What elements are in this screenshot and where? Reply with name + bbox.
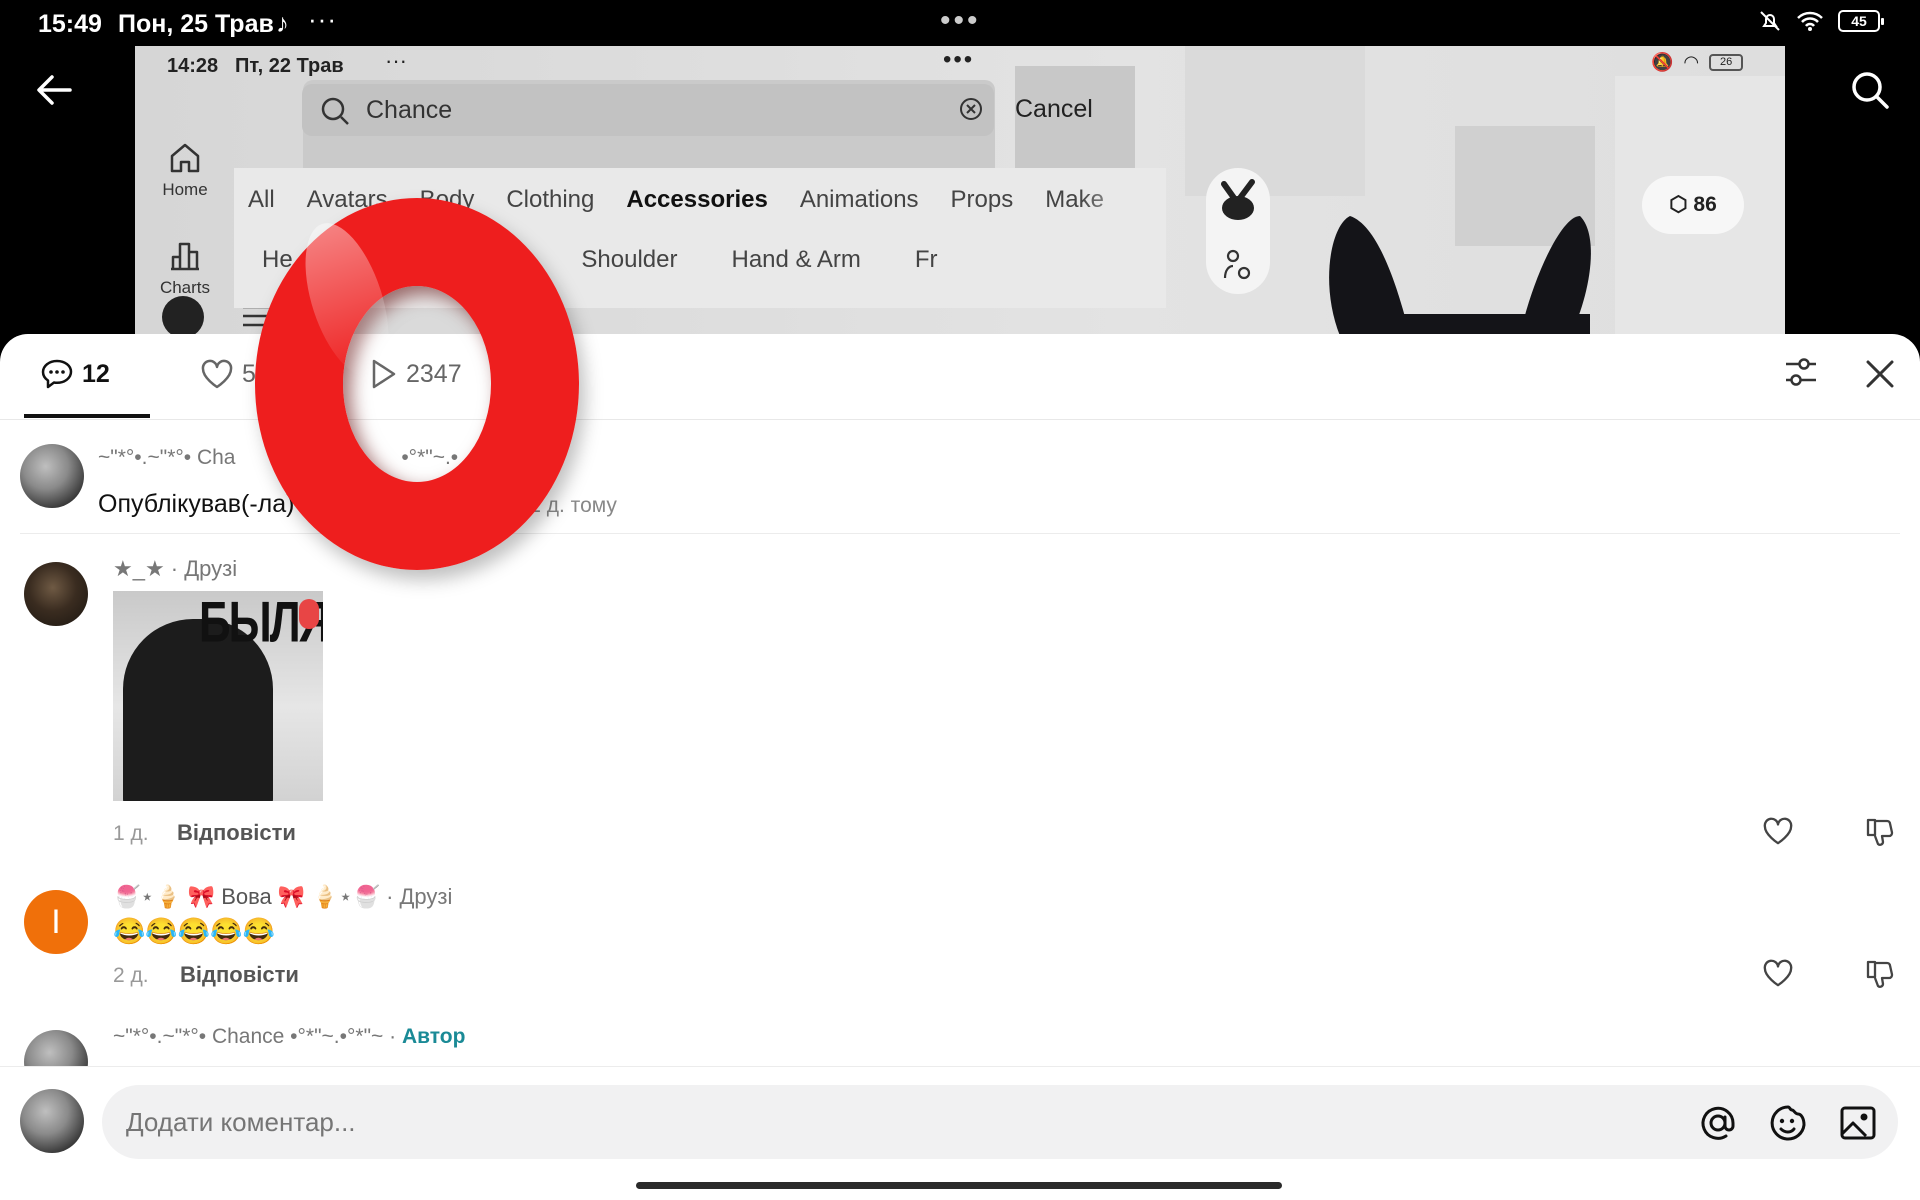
video-status-time: 14:28 (167, 55, 219, 77)
wifi-icon (1797, 11, 1823, 31)
comment-author[interactable]: 🍧⋆🍦 🎀 Вова 🎀 🍦⋆🍧 · Друзі (113, 884, 452, 910)
comment-author-name: ~"*°•.~"*°• Chance •°*"~.•°*"~ · (113, 1025, 397, 1048)
comment-emojis: 😂😂😂😂😂 (113, 916, 275, 946)
clear-circle-icon (960, 98, 982, 120)
emoji-sticker-icon[interactable] (1768, 1103, 1808, 1143)
video-status-date: Пт, 22 Трав (235, 55, 344, 77)
battery-indicator: 45 (1838, 10, 1884, 32)
video-robux-balance: ⬡ 86 (1642, 176, 1744, 234)
like-heart-icon[interactable] (1762, 816, 1794, 846)
status-bar: 15:49 Пон, 25 Трав ♪ ··· ••• 45 (0, 0, 1920, 46)
mute-bell-icon: 🔕 (1651, 52, 1674, 72)
comment-time: 1 д. (113, 822, 149, 845)
close-icon[interactable] (1862, 356, 1898, 392)
video-cancel-label: Cancel (1015, 95, 1093, 123)
comment-input-bar (0, 1066, 1920, 1200)
search-icon[interactable] (1848, 68, 1892, 112)
video-nav-home: Home (135, 110, 235, 208)
reply-button[interactable]: Відповісти (180, 962, 299, 988)
status-more: ··· (308, 4, 337, 34)
video-subtab-front: Fr (914, 246, 938, 273)
video-avatar (162, 296, 204, 336)
bunny-avatar-icon (1221, 179, 1255, 220)
video-status-dots: ••• (943, 46, 975, 73)
comment-author[interactable]: ★_★ · Друзі (113, 556, 237, 582)
search-icon (321, 97, 349, 125)
status-right: 45 (1758, 9, 1884, 33)
tab-likes[interactable]: 5 (200, 358, 256, 390)
tiktok-icon: ♪ (276, 8, 289, 38)
video-battery: 26 (1709, 54, 1744, 71)
back-arrow-icon[interactable] (32, 68, 76, 112)
filter-sliders-icon[interactable] (1784, 354, 1818, 390)
post-author-name: ~"*°•.~"*°• Cha (98, 446, 236, 469)
reply-button[interactable]: Відповісти (177, 820, 296, 846)
red-ring-sticker (255, 198, 579, 570)
avatar-settings-icon (1223, 249, 1251, 280)
home-icon (170, 143, 200, 173)
video-side-nav: Home Charts (135, 110, 235, 306)
likes-count: 5 (242, 359, 256, 388)
video-subtab-shoulder: Shoulder (581, 246, 678, 273)
comment-gif[interactable]: БЫЛЯЯЯ (113, 591, 323, 801)
video-nav-charts: Charts (135, 208, 235, 306)
comment-icon (41, 359, 73, 389)
video-tab-all: All (248, 186, 275, 213)
video-status-right: 🔕 ◠ 26 (1651, 52, 1744, 73)
comment-time: 2 д. (113, 964, 149, 987)
video-tab-props: Props (950, 186, 1014, 213)
avatar[interactable]: I (24, 890, 88, 954)
comments-count: 12 (82, 359, 110, 388)
video-tabs-fade (1080, 168, 1166, 308)
video-robux-value: 86 (1693, 193, 1717, 216)
status-time: 15:49 (38, 10, 102, 38)
mute-bell-icon (1760, 11, 1780, 31)
post-text-main: Опублікував(-ла) (98, 490, 295, 518)
screen: 15:49 Пон, 25 Трав ♪ ··· ••• 45 14:28 Пт… (0, 0, 1920, 1200)
comment-author-suffix: 🎀 🍦⋆🍧 · Друзі (277, 884, 453, 909)
dislike-icon[interactable] (1864, 958, 1896, 990)
status-date: Пон, 25 Трав (118, 10, 274, 38)
chart-icon (171, 242, 199, 271)
video-subtab-hand-arm: Hand & Arm (731, 246, 861, 273)
comment-author-main: Вова (221, 884, 272, 909)
video-tab-accessories: Accessories (626, 186, 768, 213)
comment-author-prefix: 🍧⋆🍦 🎀 (113, 884, 216, 909)
avatar[interactable] (24, 562, 88, 626)
tab-comments[interactable]: 12 (40, 358, 110, 390)
tab-underline (24, 414, 150, 418)
mention-icon[interactable] (1698, 1103, 1738, 1143)
input-icons (1698, 1103, 1878, 1143)
comment-author[interactable]: ~"*°•.~"*°• Chance •°*"~.•°*"~ · Автор (113, 1025, 465, 1049)
image-icon[interactable] (1838, 1103, 1878, 1143)
video-nav-home-label: Home (162, 180, 208, 199)
avatar[interactable] (20, 444, 84, 508)
comment-input[interactable] (102, 1085, 1898, 1159)
bunny-ears-graphic (1329, 216, 1591, 336)
like-heart-icon[interactable] (1762, 958, 1794, 988)
video-tab-animations: Animations (799, 186, 919, 213)
home-indicator (636, 1182, 1282, 1189)
video-search-box: Chance (302, 84, 994, 136)
author-tag: Автор (401, 1025, 466, 1048)
status-center-dots: ••• (940, 4, 981, 37)
video-search-query: Chance (366, 96, 453, 124)
avatar (20, 1089, 84, 1153)
video-nav-charts-label: Charts (159, 278, 211, 297)
wifi-icon: ◠ (1683, 52, 1700, 72)
video-status-more: ··· (385, 48, 407, 73)
dislike-icon[interactable] (1864, 816, 1896, 848)
video-avatar-tools (1206, 168, 1270, 294)
gif-heart (299, 599, 319, 629)
video-tab-clothing: Clothing (506, 186, 595, 213)
robux-icon: ⬡ (1669, 193, 1694, 216)
heart-icon (201, 359, 233, 389)
